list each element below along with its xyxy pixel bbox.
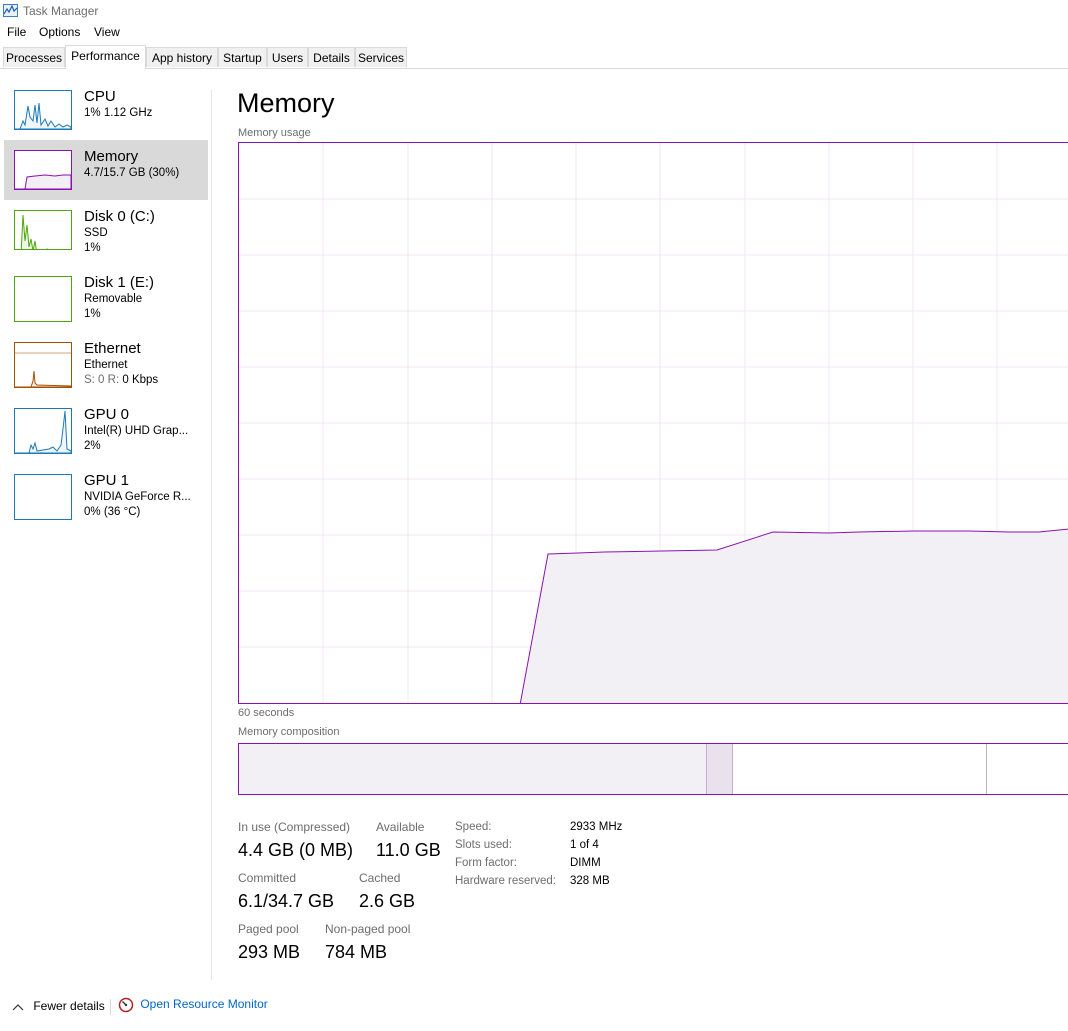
form-factor-value: DIMM bbox=[570, 857, 601, 869]
tab-startup[interactable]: Startup bbox=[218, 47, 267, 67]
gpu0-usage: 2% bbox=[84, 440, 101, 452]
time-range-label: 60 seconds bbox=[238, 707, 295, 719]
slots-used-label: Slots used: bbox=[455, 839, 512, 851]
speed-label: Speed: bbox=[455, 821, 492, 833]
sidebar-item-gpu0[interactable]: GPU 0 Intel(R) UHD Grap... 2% bbox=[4, 398, 208, 458]
open-resource-monitor-label: Open Resource Monitor bbox=[140, 997, 268, 1012]
memory-composition-bar bbox=[238, 743, 1068, 795]
composition-free[interactable] bbox=[987, 744, 1068, 794]
tab-performance[interactable]: Performance bbox=[65, 45, 146, 69]
sidebar-item-disk0[interactable]: Disk 0 (C:) SSD 1% bbox=[4, 200, 208, 260]
cpu-label: CPU bbox=[84, 88, 116, 105]
memory-usage-graph bbox=[238, 142, 1068, 704]
menu-view[interactable]: View bbox=[94, 25, 120, 39]
gpu1-thumbnail-graph bbox=[14, 474, 72, 520]
committed-value: 6.1/34.7 GB bbox=[238, 891, 335, 911]
speed-value: 2933 MHz bbox=[570, 821, 623, 833]
cpu-thumbnail-graph bbox=[14, 90, 72, 130]
slots-used-value: 1 of 4 bbox=[570, 839, 599, 851]
gpu1-label: GPU 1 bbox=[84, 472, 130, 489]
tab-strip: Processes Performance App history Startu… bbox=[0, 45, 1068, 69]
disk1-label: Disk 1 (E:) bbox=[84, 274, 155, 291]
sidebar-item-cpu[interactable]: CPU 1% 1.12 GHz bbox=[4, 80, 208, 140]
ethernet-label: Ethernet bbox=[84, 340, 141, 357]
cached-value: 2.6 GB bbox=[359, 891, 416, 911]
hardware-reserved-label: Hardware reserved: bbox=[455, 875, 556, 887]
page-title: Memory bbox=[237, 88, 335, 118]
sidebar-item-ethernet[interactable]: Ethernet Ethernet S: 0 R: 0 Kbps bbox=[4, 332, 208, 392]
sidebar-item-memory[interactable]: Memory 4.7/15.7 GB (30%) bbox=[4, 140, 208, 200]
sidebar-divider bbox=[211, 90, 212, 980]
tab-details[interactable]: Details bbox=[308, 47, 355, 67]
ethernet-throughput: S: 0 R: 0 Kbps bbox=[84, 374, 158, 386]
open-resource-monitor-link[interactable]: Open Resource Monitor bbox=[118, 997, 268, 1013]
memory-label: Memory bbox=[84, 148, 139, 165]
fewer-details-button[interactable]: Fewer details bbox=[12, 999, 105, 1013]
paged-pool-label: Paged pool bbox=[238, 922, 299, 936]
gpu1-model: NVIDIA GeForce R... bbox=[84, 491, 191, 503]
tab-users[interactable]: Users bbox=[267, 47, 308, 67]
hardware-reserved-value: 328 MB bbox=[570, 875, 610, 887]
gpu0-model: Intel(R) UHD Grap... bbox=[84, 425, 189, 437]
disk1-thumbnail-graph bbox=[14, 276, 72, 322]
tab-services[interactable]: Services bbox=[355, 47, 407, 67]
memory-usage: 4.7/15.7 GB (30%) bbox=[84, 167, 180, 179]
ethernet-throughput-prefix: S: 0 R: bbox=[84, 374, 123, 386]
menu-bar: File Options View bbox=[0, 23, 1068, 43]
footer-divider bbox=[110, 999, 111, 1015]
disk1-type: Removable bbox=[84, 293, 143, 305]
sidebar-item-disk1[interactable]: Disk 1 (E:) Removable 1% bbox=[4, 266, 208, 326]
available-value: 11.0 GB bbox=[376, 840, 441, 860]
paged-pool-value: 293 MB bbox=[238, 942, 301, 962]
window-title: Task Manager bbox=[23, 4, 99, 18]
title-bar: Task Manager bbox=[0, 0, 1068, 22]
disk1-usage: 1% bbox=[84, 308, 101, 320]
resource-monitor-icon bbox=[118, 997, 134, 1013]
form-factor-label: Form factor: bbox=[455, 857, 517, 869]
ethernet-thumbnail-graph bbox=[14, 342, 72, 388]
tab-app-history[interactable]: App history bbox=[146, 47, 218, 67]
memory-thumbnail-graph bbox=[14, 150, 72, 190]
memory-composition-label: Memory composition bbox=[238, 726, 340, 738]
fewer-details-label: Fewer details bbox=[33, 999, 105, 1013]
available-label: Available bbox=[376, 820, 425, 834]
task-manager-icon bbox=[3, 4, 18, 17]
ethernet-throughput-value: 0 Kbps bbox=[122, 374, 159, 386]
menu-options[interactable]: Options bbox=[39, 25, 80, 39]
in-use-value: 4.4 GB (0 MB) bbox=[238, 840, 354, 860]
footer-bar: Fewer details Open Resource Monitor bbox=[0, 995, 1068, 1021]
disk0-type: SSD bbox=[84, 227, 108, 239]
gpu0-thumbnail-graph bbox=[14, 408, 72, 454]
gpu0-label: GPU 0 bbox=[84, 406, 130, 423]
tab-processes[interactable]: Processes bbox=[3, 47, 65, 67]
menu-file[interactable]: File bbox=[7, 25, 26, 39]
in-use-label: In use (Compressed) bbox=[238, 820, 351, 834]
composition-modified[interactable] bbox=[707, 744, 733, 794]
gpu1-usage: 0% (36 °C) bbox=[84, 506, 141, 518]
disk0-usage: 1% bbox=[84, 242, 101, 254]
disk0-thumbnail-graph bbox=[14, 210, 72, 250]
cpu-usage: 1% 1.12 GHz bbox=[84, 107, 153, 119]
ethernet-adapter: Ethernet bbox=[84, 359, 128, 371]
committed-label: Committed bbox=[238, 871, 297, 885]
disk0-label: Disk 0 (C:) bbox=[84, 208, 155, 225]
memory-usage-label: Memory usage bbox=[238, 127, 311, 139]
chevron-up-icon bbox=[12, 1003, 24, 1011]
sidebar-item-gpu1[interactable]: GPU 1 NVIDIA GeForce R... 0% (36 °C) bbox=[4, 464, 208, 524]
non-paged-pool-label: Non-paged pool bbox=[325, 922, 411, 936]
cached-label: Cached bbox=[359, 871, 401, 885]
composition-in-use[interactable] bbox=[239, 744, 707, 794]
non-paged-pool-value: 784 MB bbox=[325, 942, 388, 962]
composition-standby[interactable] bbox=[733, 744, 987, 794]
